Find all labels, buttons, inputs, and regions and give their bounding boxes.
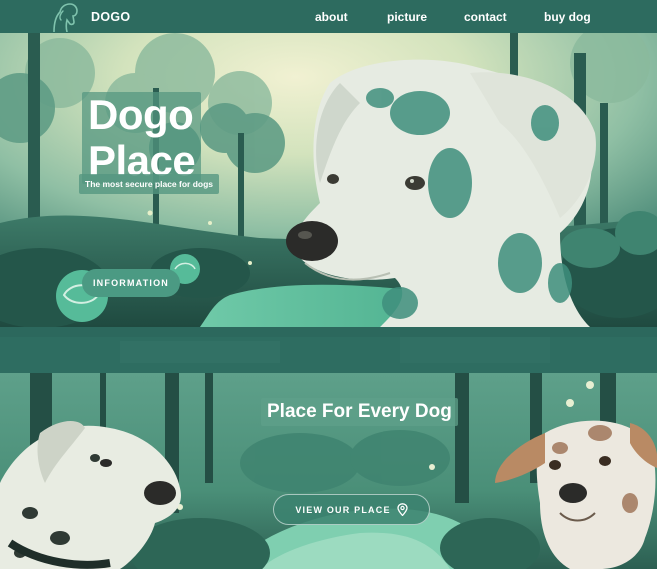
- section-divider: [0, 327, 657, 373]
- view-our-place-label: VIEW OUR PLACE: [295, 504, 391, 515]
- location-pin-icon: [397, 503, 408, 516]
- nav-link-picture[interactable]: picture: [387, 10, 427, 24]
- dog-logo-icon[interactable]: [50, 2, 82, 32]
- hero-subtitle: The most secure place for dogs: [79, 174, 220, 194]
- top-navigation: DOGO about picture contact buy dog: [0, 0, 657, 33]
- view-our-place-button[interactable]: VIEW OUR PLACE: [273, 494, 430, 525]
- section-title: Place For Every Dog: [261, 398, 458, 426]
- nav-link-buy-dog[interactable]: buy dog: [544, 10, 591, 24]
- hero-section: Dogo Place The most secure place for dog…: [0, 33, 657, 327]
- brand-name[interactable]: DOGO: [91, 10, 130, 24]
- divider-texture: [0, 327, 657, 373]
- place-section: Place For Every Dog VIEW OUR PLACE: [0, 373, 657, 569]
- nav-link-contact[interactable]: contact: [464, 10, 507, 24]
- hero-title: Dogo Place: [82, 91, 202, 184]
- nav-link-about[interactable]: about: [315, 10, 348, 24]
- information-button[interactable]: INFORMATION: [82, 269, 180, 297]
- hero-title-line-1: Dogo: [88, 91, 194, 138]
